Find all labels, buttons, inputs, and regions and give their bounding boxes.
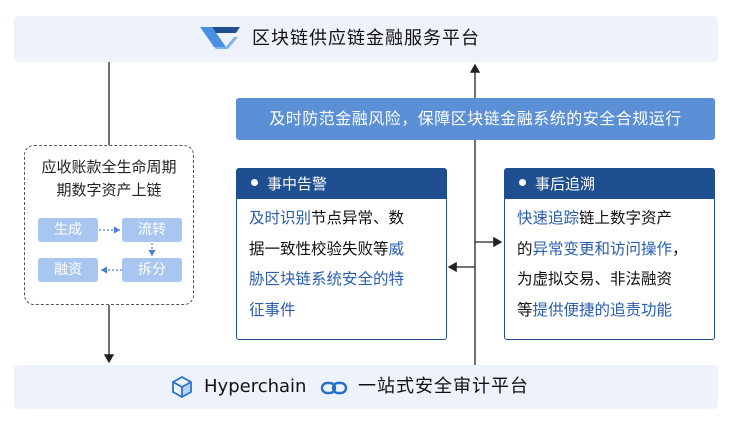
lifecycle-title-line2: 期数字资产上链 [56,181,162,199]
alert-text: 据一致性校验失败等 [249,239,389,258]
alert-text: 节点异常、数 [311,209,405,227]
alert-card-body: 及时识别节点异常、数 据一致性校验失败等威 胁区块链系统安全的特 征事件 [237,199,446,325]
alert-line-1: 及时识别节点异常、数 [249,203,436,234]
alert-card: 事中告警 及时识别节点异常、数 据一致性校验失败等威 胁区块链系统安全的特 征事… [236,168,447,340]
audit-platform-title: 一站式安全审计平台 [358,376,529,397]
trace-highlight: 快速追踪 [517,209,580,227]
trace-card-title: 事后追溯 [535,175,596,193]
chip-finance: 融资 [38,258,98,282]
chain-link-icon [320,381,348,395]
trace-line-3: 为虚拟交易、非法融资 [517,264,704,295]
alert-highlight: 征事件 [249,300,296,319]
alert-highlight: 及时识别 [249,209,312,227]
trace-text: 等 [517,300,533,319]
dot-icon [251,179,258,186]
trace-highlight: 异常变更和访问操作 [532,239,673,258]
trace-line-2: 的异常变更和访问操作， [517,234,704,265]
cube-icon [172,376,192,398]
trace-text: 的 [517,239,533,258]
chevron-logo-icon [200,27,240,49]
product-name: Hyperchain [204,376,307,397]
alert-highlight: 威 [388,239,405,258]
trace-highlight: 提供便捷的追责功能 [532,300,673,319]
alert-card-title: 事中告警 [267,175,328,193]
goal-banner: 及时防范金融风险，保障区块链金融系统的安全合规运行 [236,98,715,140]
lifecycle-title: 应收账款全生命周期 期数字资产上链 [24,156,194,202]
alert-line-4: 征事件 [249,295,436,326]
dot-icon [519,179,526,186]
chip-generate: 生成 [38,218,98,242]
platform-title: 区块链供应链金融服务平台 [252,28,480,49]
trace-line-4: 等提供便捷的追责功能 [517,295,704,326]
alert-line-3: 胁区块链系统安全的特 [249,264,436,295]
trace-text: 为虚拟交易、非法融资 [517,270,673,288]
alert-card-header: 事中告警 [237,169,446,199]
chip-split: 拆分 [122,258,182,282]
alert-line-2: 据一致性校验失败等威 [249,234,436,265]
trace-card-body: 快速追踪链上数字资产 的异常变更和访问操作， 为虚拟交易、非法融资 等提供便捷的… [505,199,714,325]
trace-card-header: 事后追溯 [505,169,714,199]
lifecycle-title-line1: 应收账款全生命周期 [41,158,177,176]
alert-highlight: 胁区块链系统安全的特 [249,270,405,288]
trace-card: 事后追溯 快速追踪链上数字资产 的异常变更和访问操作， 为虚拟交易、非法融资 等… [504,168,715,340]
trace-text: 链上数字资产 [579,209,673,227]
trace-line-1: 快速追踪链上数字资产 [517,203,704,234]
chip-transfer: 流转 [122,218,182,242]
trace-text: ， [672,239,688,258]
